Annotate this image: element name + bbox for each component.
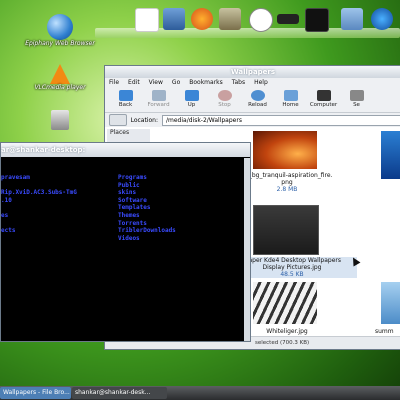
- terminal-scrollbar[interactable]: [244, 158, 250, 341]
- epiphany-globe-icon: [47, 14, 73, 40]
- photo-icon[interactable]: [163, 8, 185, 30]
- folder-icon[interactable]: [341, 8, 363, 30]
- up-button[interactable]: Up: [175, 90, 208, 112]
- firefox-icon[interactable]: [191, 8, 213, 30]
- location-bar: Location: /media/disk-2/Wallpapers: [105, 113, 400, 127]
- search-button[interactable]: Se: [340, 90, 373, 112]
- taskbar: Wallpapers - File Bro... shankar@shankar…: [0, 386, 400, 400]
- menu-go[interactable]: Go: [172, 78, 180, 88]
- gimp-icon[interactable]: [219, 8, 241, 30]
- search-icon: [349, 90, 364, 101]
- task-terminal[interactable]: shankar@shankar-desk...: [72, 387, 167, 399]
- desktop-icon-trash[interactable]: [15, 110, 105, 130]
- edit-location-button[interactable]: [109, 114, 127, 126]
- menu-help[interactable]: Help: [254, 78, 268, 88]
- desktop-icon-epiphany[interactable]: Epiphany Web Browser: [15, 14, 105, 47]
- back-arrow-icon: [118, 90, 133, 101]
- thumbnail-summer[interactable]: [381, 282, 400, 324]
- terminal-output[interactable]: pravesam Rip.XviD.AC3.Subs-TmG .10 es ect…: [1, 158, 250, 341]
- desktop-icon-label: VLCmedia player: [34, 84, 86, 91]
- menu-file[interactable]: File: [109, 78, 119, 88]
- menu-edit[interactable]: Edit: [128, 78, 140, 88]
- globe-icon[interactable]: [371, 8, 393, 30]
- vlc-cone-icon: [50, 64, 70, 84]
- forward-button[interactable]: Forward: [142, 90, 175, 112]
- terminal-title: ar@shankar-desktop:: [1, 143, 250, 157]
- clock-icon[interactable]: [249, 8, 273, 32]
- home-icon: [283, 90, 298, 101]
- desktop-icon-vlc[interactable]: VLCmedia player: [15, 64, 105, 91]
- menu-view[interactable]: View: [149, 78, 163, 88]
- menu-bar: File Edit View Go Bookmarks Tabs Help: [105, 78, 400, 88]
- task-file-browser[interactable]: Wallpapers - File Bro...: [0, 387, 71, 399]
- bar-icon[interactable]: [277, 14, 299, 24]
- thumbnail-fire[interactable]: [253, 131, 317, 169]
- thumbnail-kde4[interactable]: [253, 205, 319, 255]
- stop-button[interactable]: Stop: [208, 90, 241, 112]
- thumbnail-blue[interactable]: [381, 131, 400, 179]
- forward-arrow-icon: [151, 90, 166, 101]
- reload-icon: [250, 90, 265, 101]
- top-dock: [95, 0, 400, 40]
- trash-icon: [51, 110, 69, 130]
- reload-button[interactable]: Reload: [241, 90, 274, 112]
- terminal-column-right: Programs Public skins Software Templates Th…: [118, 174, 176, 242]
- menu-tabs[interactable]: Tabs: [232, 78, 245, 88]
- thumbnail-whitetiger[interactable]: [253, 282, 317, 324]
- back-button[interactable]: Back: [109, 90, 142, 112]
- up-arrow-icon: [184, 90, 199, 101]
- terminal-column-left: pravesam Rip.XviD.AC3.Subs-TmG .10 es ect…: [1, 174, 77, 235]
- menu-bookmarks[interactable]: Bookmarks: [189, 78, 223, 88]
- window-title: Wallpapers: [105, 66, 400, 78]
- location-input[interactable]: /media/disk-2/Wallpapers: [162, 114, 400, 126]
- home-button[interactable]: Home: [274, 90, 307, 112]
- file-name: summ: [375, 328, 394, 335]
- document-icon[interactable]: [135, 8, 159, 32]
- desktop-icon-label: Epiphany Web Browser: [25, 40, 95, 47]
- toolbar: Back Forward Up Stop Reload Home Compute…: [105, 88, 400, 113]
- stop-icon: [217, 90, 232, 101]
- terminal-window[interactable]: ar@shankar-desktop: pravesam Rip.XviD.AC…: [0, 142, 251, 342]
- file-label-summer[interactable]: summ: [375, 328, 400, 335]
- location-label: Location:: [130, 116, 158, 124]
- computer-icon: [316, 90, 331, 101]
- screen-icon[interactable]: [305, 8, 329, 32]
- computer-button[interactable]: Computer: [307, 90, 340, 112]
